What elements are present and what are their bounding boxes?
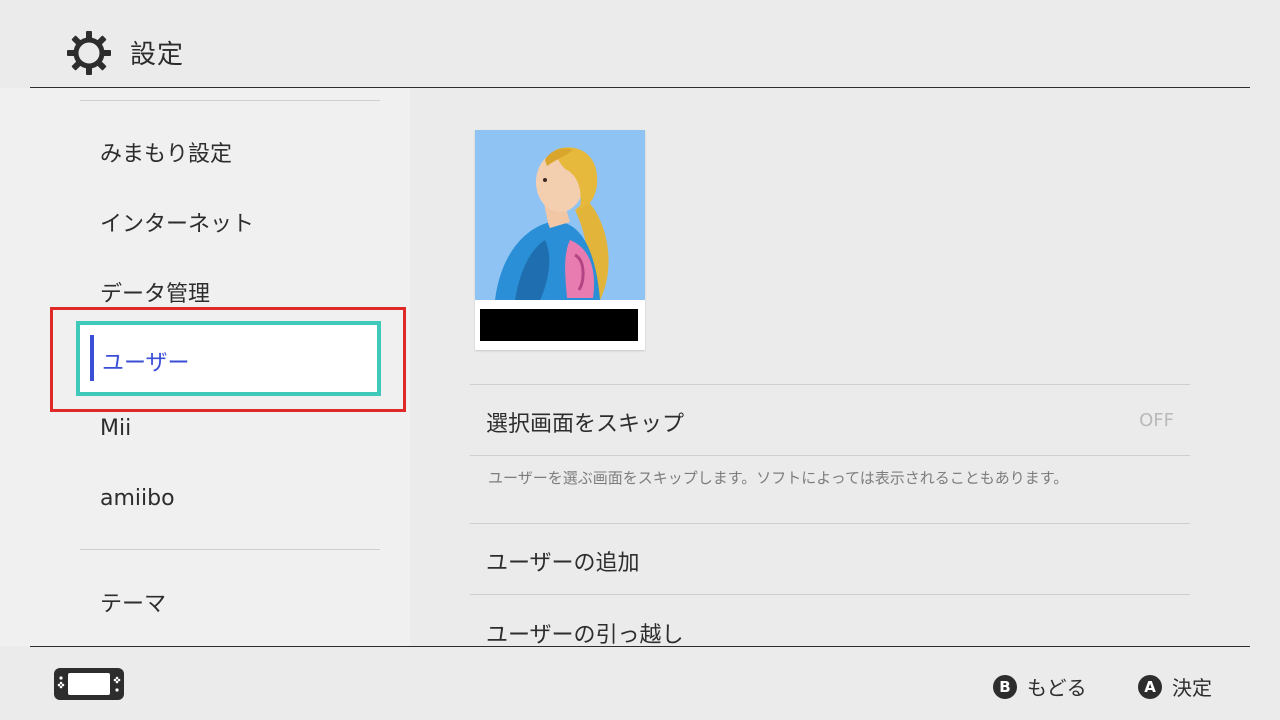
page-title: 設定	[130, 40, 185, 70]
gear-icon	[67, 31, 111, 75]
row-divider	[470, 384, 1190, 385]
sidebar-divider	[80, 549, 380, 550]
switch-console-icon	[54, 668, 124, 700]
row-divider	[470, 455, 1190, 456]
sidebar-item-data-management[interactable]: データ管理	[100, 276, 210, 308]
back-button[interactable]: B もどる	[993, 672, 1087, 701]
row-divider	[470, 523, 1190, 524]
skip-select-screen-label[interactable]: 選択画面をスキップ	[486, 406, 684, 438]
a-button-icon: A	[1138, 674, 1162, 699]
header: 設定	[0, 0, 1280, 88]
sidebar-item-mii[interactable]: Mii	[100, 416, 131, 441]
sidebar-divider	[80, 100, 380, 101]
sidebar-item-parental-controls[interactable]: みまもり設定	[100, 136, 232, 168]
user-name-redacted	[480, 309, 638, 341]
sidebar-item-theme[interactable]: テーマ	[100, 586, 166, 618]
ok-button[interactable]: A 決定	[1138, 672, 1212, 701]
back-label: もどる	[1027, 676, 1087, 700]
user-avatar	[475, 130, 645, 300]
transfer-user-item[interactable]: ユーザーの引っ越し	[486, 617, 684, 649]
sidebar-item-amiibo[interactable]: amiibo	[100, 486, 175, 511]
ok-label: 決定	[1172, 676, 1212, 700]
footer-divider	[30, 646, 1250, 647]
skip-select-screen-value[interactable]: OFF	[1139, 410, 1174, 431]
row-divider	[470, 594, 1190, 595]
user-card[interactable]	[475, 130, 645, 350]
skip-select-description: ユーザーを選ぶ画面をスキップします。ソフトによっては表示されることもあります。	[488, 469, 1069, 487]
add-user-item[interactable]: ユーザーの追加	[486, 545, 640, 577]
highlight-annotation-frame	[50, 307, 406, 412]
b-button-icon: B	[993, 674, 1017, 699]
sidebar-item-internet[interactable]: インターネット	[100, 206, 254, 238]
